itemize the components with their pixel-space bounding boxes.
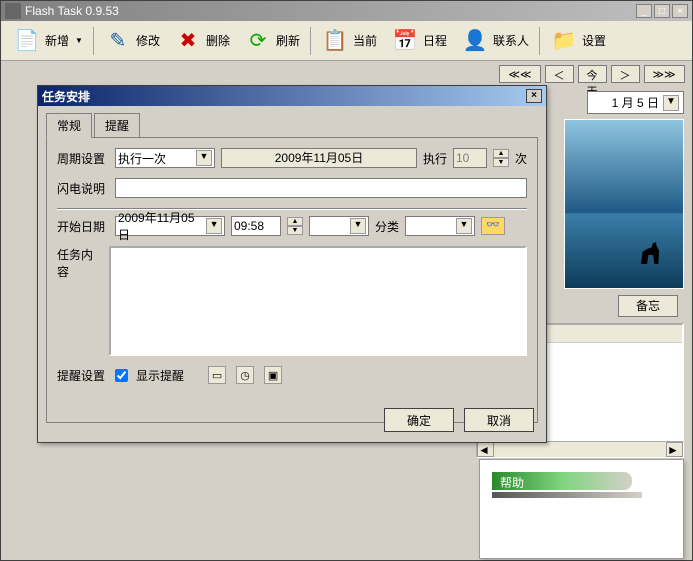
help-shadow xyxy=(492,492,642,498)
calendar-nav: ≪≪ ＜ 今天 ＞ ≫≫ xyxy=(500,65,684,83)
spin-up-icon[interactable]: ▲ xyxy=(287,217,303,226)
start-date-value: 2009年11月05日 xyxy=(118,209,206,243)
cal-last-button[interactable]: ≫≫ xyxy=(644,65,685,83)
maximize-button[interactable]: □ xyxy=(654,4,670,18)
spin-down-icon[interactable]: ▼ xyxy=(493,158,509,167)
window-icon[interactable]: ▭ xyxy=(208,366,226,384)
help-bar[interactable]: 帮助 xyxy=(492,472,632,490)
minimize-button[interactable]: _ xyxy=(636,4,652,18)
toolbar-new-label: 新增 xyxy=(45,32,69,49)
label-exec: 执行 xyxy=(423,150,447,167)
start-time-input[interactable]: 09:58 xyxy=(231,216,281,236)
dialog-titlebar: 任务安排 × xyxy=(38,86,546,106)
label-times: 次 xyxy=(515,150,527,167)
label-period: 周期设置 xyxy=(57,150,109,167)
start-date-combo[interactable]: 2009年11月05日 ▼ xyxy=(115,216,225,236)
horizontal-scrollbar[interactable]: ◄ ► xyxy=(476,441,684,458)
date-combo[interactable]: 1 月 5 日 ▼ xyxy=(587,91,684,114)
main-window: Flash Task 0.9.53 _ □ × 📄 新增 ▼ ✎ 修改 ✖ 删除 … xyxy=(0,0,693,561)
folder-icon: 📁 xyxy=(550,27,578,55)
center-date-display: 2009年11月05日 xyxy=(221,148,417,168)
toolbar-contacts[interactable]: 👤 联系人 xyxy=(455,25,535,57)
delete-icon: ✖ xyxy=(174,27,202,55)
tab-body: 周期设置 执行一次 ▼ 2009年11月05日 执行 10 ▲ ▼ 次 闪电说明 xyxy=(46,137,538,423)
refresh-icon: ⟳ xyxy=(244,27,272,55)
help-label: 帮助 xyxy=(500,476,524,490)
browse-icon[interactable]: 👓 xyxy=(481,217,505,235)
toolbar-edit-label: 修改 xyxy=(136,32,160,49)
toolbar-refresh-label: 刷新 xyxy=(276,32,300,49)
toolbar-delete-label: 删除 xyxy=(206,32,230,49)
dialog-close-button[interactable]: × xyxy=(526,89,542,103)
exec-count-input: 10 xyxy=(453,148,487,168)
spin-down-icon[interactable]: ▼ xyxy=(287,226,303,235)
tab-general[interactable]: 常规 xyxy=(46,113,92,138)
period-value: 执行一次 xyxy=(118,150,166,167)
ok-button[interactable]: 确定 xyxy=(384,408,454,432)
toolbar-edit[interactable]: ✎ 修改 xyxy=(98,25,166,57)
cancel-button[interactable]: 取消 xyxy=(464,408,534,432)
extra-combo[interactable]: ▼ xyxy=(309,216,369,236)
toolbar-schedule[interactable]: 📅 日程 xyxy=(385,25,453,57)
show-remind-checkbox[interactable] xyxy=(115,369,128,382)
category-combo[interactable]: ▼ xyxy=(405,216,475,236)
dropdown-arrow-icon: ▼ xyxy=(663,95,679,111)
memo-button[interactable]: 备忘 xyxy=(618,295,678,317)
task-content-textarea[interactable] xyxy=(109,246,527,356)
toolbar-delete[interactable]: ✖ 删除 xyxy=(168,25,236,57)
cal-today-button[interactable]: 今天 xyxy=(578,65,607,83)
period-combo[interactable]: 执行一次 ▼ xyxy=(115,148,215,168)
clock-icon[interactable]: ◷ xyxy=(236,366,254,384)
toolbar-schedule-label: 日程 xyxy=(423,32,447,49)
chevron-down-icon: ▼ xyxy=(196,150,212,166)
toolbar-refresh[interactable]: ⟳ 刷新 xyxy=(238,25,306,57)
app-title: Flash Task 0.9.53 xyxy=(25,4,119,18)
exec-count-spinner[interactable]: ▲ ▼ xyxy=(493,149,509,167)
date-combo-value: 1 月 5 日 xyxy=(612,94,659,111)
horse-silhouette xyxy=(635,234,665,264)
cal-next-button[interactable]: ＞ xyxy=(611,65,640,83)
photo-preview xyxy=(564,119,684,289)
label-start-date: 开始日期 xyxy=(57,218,109,235)
toolbar: 📄 新增 ▼ ✎ 修改 ✖ 删除 ⟳ 刷新 📋 当前 📅 日程 👤 联系人 xyxy=(1,21,692,61)
dropdown-icon: ▼ xyxy=(75,36,83,45)
cal-prev-button[interactable]: ＜ xyxy=(545,65,574,83)
label-remind-setting: 提醒设置 xyxy=(57,367,109,384)
toolbar-settings-label: 设置 xyxy=(582,32,606,49)
close-button[interactable]: × xyxy=(672,4,688,18)
monitor-icon[interactable]: ▣ xyxy=(264,366,282,384)
contacts-icon: 👤 xyxy=(461,27,489,55)
label-category: 分类 xyxy=(375,218,399,235)
dialog-title: 任务安排 xyxy=(42,88,90,105)
app-icon xyxy=(5,3,21,19)
start-time-value: 09:58 xyxy=(234,219,264,233)
edit-icon: ✎ xyxy=(104,27,132,55)
chevron-down-icon: ▼ xyxy=(206,218,222,234)
cal-first-button[interactable]: ≪≪ xyxy=(499,65,540,83)
help-tooltip: 帮助 xyxy=(479,459,684,559)
clipboard-icon: 📋 xyxy=(321,27,349,55)
toolbar-current-label: 当前 xyxy=(353,32,377,49)
tab-remind[interactable]: 提醒 xyxy=(94,113,140,138)
show-remind-label: 显示提醒 xyxy=(136,367,184,384)
new-icon: 📄 xyxy=(13,27,41,55)
toolbar-new[interactable]: 📄 新增 ▼ xyxy=(7,25,89,57)
dialog-buttons: 确定 取消 xyxy=(384,408,534,432)
flash-desc-input[interactable] xyxy=(115,178,527,198)
toolbar-current[interactable]: 📋 当前 xyxy=(315,25,383,57)
label-flash-desc: 闪电说明 xyxy=(57,180,109,197)
toolbar-settings[interactable]: 📁 设置 xyxy=(544,25,612,57)
time-spinner[interactable]: ▲ ▼ xyxy=(287,217,303,235)
chevron-down-icon: ▼ xyxy=(456,218,472,234)
spin-up-icon[interactable]: ▲ xyxy=(493,149,509,158)
toolbar-contacts-label: 联系人 xyxy=(493,32,529,49)
chevron-down-icon: ▼ xyxy=(350,218,366,234)
task-dialog: 任务安排 × 常规 提醒 周期设置 执行一次 ▼ 2009年11月05日 执行 … xyxy=(37,85,547,443)
calendar-icon: 📅 xyxy=(391,27,419,55)
tab-strip: 常规 提醒 xyxy=(38,106,546,137)
label-content: 任务内容 xyxy=(57,246,103,280)
exec-count-value: 10 xyxy=(456,151,469,165)
titlebar: Flash Task 0.9.53 _ □ × xyxy=(1,1,692,21)
